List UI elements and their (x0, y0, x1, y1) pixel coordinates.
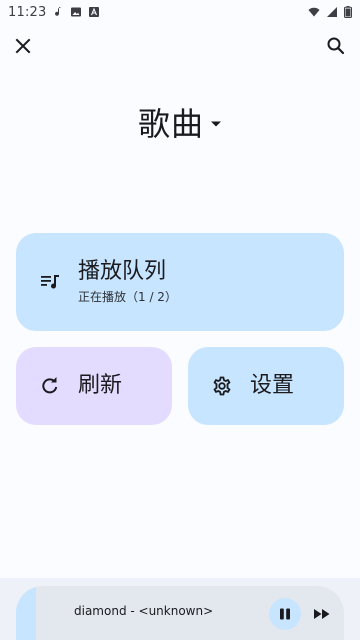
play-queue-subtitle: 正在播放（1 / 2） (78, 290, 177, 304)
gear-icon (212, 376, 232, 396)
play-queue-text: 播放队列 正在播放（1 / 2） (78, 258, 177, 306)
status-bar: 11:23 (0, 0, 360, 24)
status-time: 11:23 (8, 4, 47, 20)
mini-player[interactable]: diamond - <unknown> (16, 586, 344, 640)
wifi-icon (308, 6, 320, 18)
screen: 11:23 歌曲 播放队列 正在播放（1 / 2） 刷新 设置 diamond … (0, 0, 360, 640)
refresh-title: 刷新 (78, 373, 123, 398)
play-queue-card[interactable]: 播放队列 正在播放（1 / 2） (16, 233, 344, 331)
refresh-icon (40, 376, 60, 396)
now-playing-song: diamond - <unknown> (74, 604, 214, 618)
signal-icon (326, 6, 338, 18)
refresh-card[interactable]: 刷新 (16, 347, 172, 425)
pause-button[interactable] (269, 598, 301, 630)
category-dropdown[interactable]: 歌曲 (0, 100, 360, 144)
settings-title: 设置 (250, 373, 295, 398)
image-icon (70, 6, 82, 18)
status-right (308, 6, 352, 18)
font-icon (88, 6, 100, 18)
settings-card[interactable]: 设置 (188, 347, 344, 425)
top-app-bar (0, 24, 360, 70)
queue-music-icon (40, 272, 60, 292)
dropdown-arrow-icon (210, 120, 222, 128)
pause-icon (278, 607, 292, 621)
close-icon (14, 37, 32, 55)
music-note-icon (52, 6, 64, 18)
playback-progress (16, 586, 36, 640)
page-title: 歌曲 (137, 105, 204, 143)
search-button[interactable] (316, 26, 356, 66)
status-left: 11:23 (8, 5, 100, 20)
search-icon (326, 36, 346, 56)
fast-forward-button[interactable] (306, 598, 338, 630)
battery-icon (344, 6, 352, 18)
close-button[interactable] (3, 26, 43, 66)
play-queue-title: 播放队列 (78, 259, 167, 284)
fast-forward-icon (313, 607, 331, 621)
